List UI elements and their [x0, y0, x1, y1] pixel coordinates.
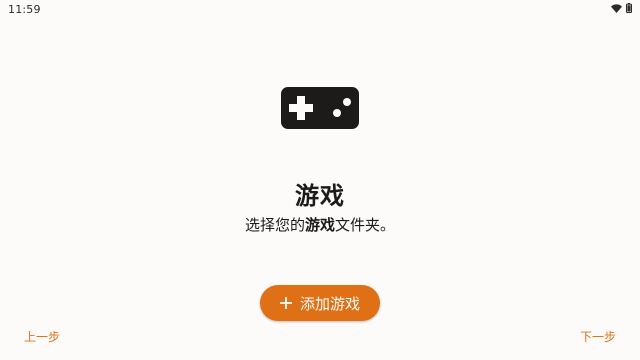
- subtitle-suffix: 文件夹。: [335, 216, 396, 234]
- subtitle-emphasis: 游戏: [304, 216, 335, 234]
- wifi-icon: [611, 3, 622, 13]
- page-subtitle: 选择您的游戏文件夹。: [0, 214, 640, 235]
- previous-step-button[interactable]: 上一步: [24, 328, 60, 345]
- add-game-label: 添加游戏: [299, 294, 360, 313]
- status-icons: [611, 3, 632, 13]
- status-bar: 11:59: [0, 0, 640, 20]
- subtitle-prefix: 选择您的: [244, 216, 305, 234]
- plus-icon: [279, 297, 292, 309]
- battery-icon: [626, 3, 632, 13]
- setup-screen: 11:59 游戏 选择您的游戏文件夹。 添加游戏 上一步 下一步: [0, 0, 640, 360]
- gamepad-icon: [281, 87, 359, 129]
- next-step-button[interactable]: 下一步: [580, 328, 616, 345]
- page-title: 游戏: [295, 182, 345, 210]
- add-game-button[interactable]: 添加游戏: [260, 285, 380, 321]
- status-time: 11:59: [8, 3, 41, 16]
